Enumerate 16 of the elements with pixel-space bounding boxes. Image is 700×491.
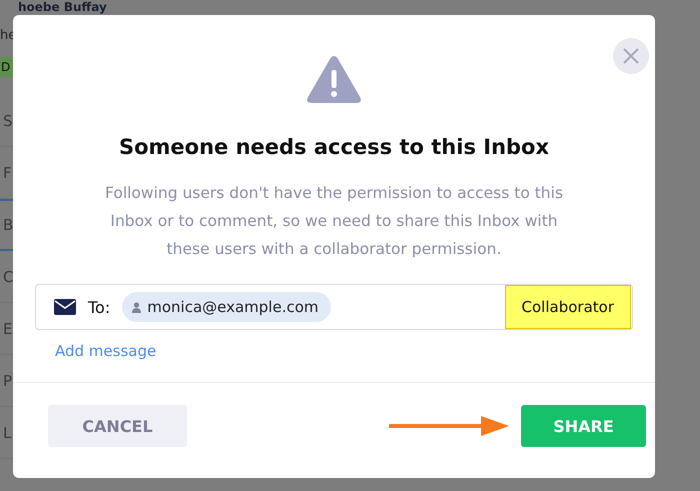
to-label: To: — [88, 298, 110, 316]
role-selector[interactable]: Collaborator — [504, 285, 631, 329]
dialog-description: Following users don't have the permission to access to this Inbox or to comment, so we need to share this Inbox with these users with a collaborator permission. — [104, 183, 564, 260]
status-badge: D — [0, 57, 13, 77]
recipient-chip[interactable]: monica@example.com — [122, 292, 331, 322]
dialog-title: Someone needs access to this Inbox — [118, 135, 550, 159]
page-title: hoebe Buffay — [18, 0, 107, 14]
add-message-link[interactable]: Add message — [55, 342, 156, 360]
envelope-icon — [54, 299, 76, 315]
close-icon — [622, 47, 640, 65]
cancel-button[interactable]: CANCEL — [48, 405, 187, 447]
share-button[interactable]: SHARE — [521, 405, 646, 447]
warning-icon — [306, 55, 362, 105]
person-icon — [132, 302, 142, 312]
recipients-field[interactable]: To: monica@example.com Collaborator — [35, 284, 633, 330]
close-button[interactable] — [613, 38, 649, 74]
